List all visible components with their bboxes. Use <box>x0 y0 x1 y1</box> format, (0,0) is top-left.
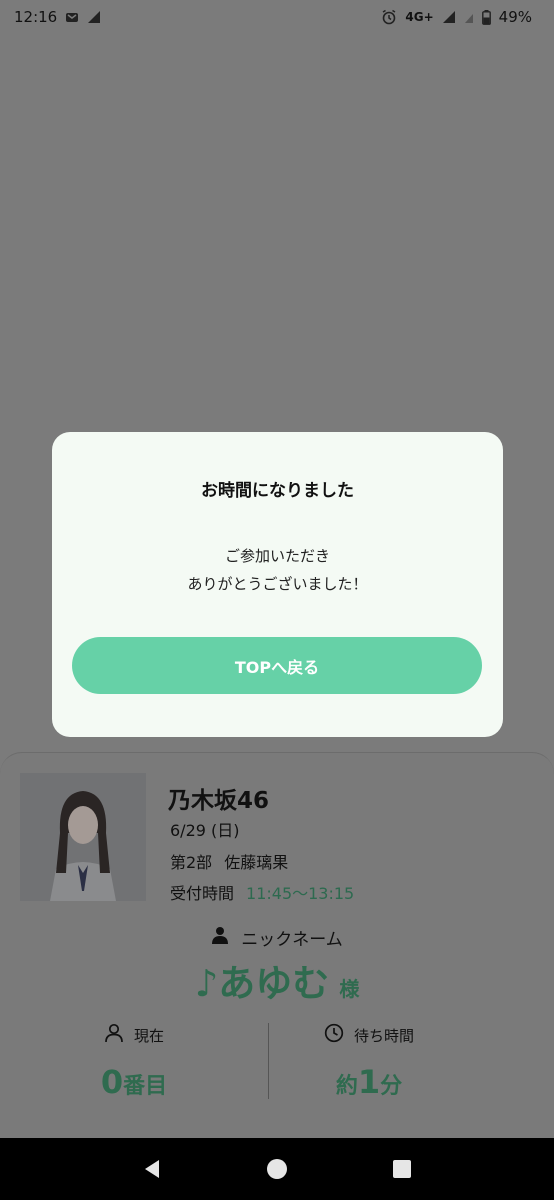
battery-icon <box>481 9 491 25</box>
dialog-message: ご参加いただき ありがとうございました！ <box>52 542 503 598</box>
dialog-title: お時間になりました <box>201 481 354 501</box>
battery-level: 49% <box>498 8 532 26</box>
status-left: 12:16 <box>14 8 101 26</box>
member-name: 佐藤璃果 <box>224 853 289 872</box>
nickname-label: ニックネーム <box>241 930 343 950</box>
status-time: 12:16 <box>14 8 58 26</box>
wait-unit: 分 <box>380 1074 403 1099</box>
signal-weak-icon <box>87 10 101 24</box>
home-nav-button[interactable] <box>257 1149 297 1189</box>
nickname-honorific: 様 <box>339 977 360 1001</box>
status-right: 4G+ 49% <box>381 8 532 26</box>
clock-icon <box>324 1023 344 1047</box>
recents-nav-button[interactable] <box>382 1149 422 1189</box>
ticket-card: 乃木坂46 6/29 (日) 第2部 佐藤璃果 受付時間 11:45〜13:15 ニ… <box>0 752 554 1139</box>
reception-row: 受付時間 11:45〜13:15 <box>170 880 354 904</box>
group-name: 乃木坂46 <box>168 788 270 814</box>
dialog-message-line2: ありがとうございました！ <box>187 575 368 593</box>
reception-time: 11:45〜13:15 <box>246 884 355 903</box>
dialog-message-line1: ご参加いただき <box>224 547 330 565</box>
nickname-label-row: ニックネーム <box>0 925 554 950</box>
session-ended-dialog: お時間になりました ご参加いただき ありがとうございました！ TOPへ戻る <box>52 432 503 737</box>
network-type: 4G+ <box>405 10 434 24</box>
wait-value: 約1分 <box>269 1063 469 1101</box>
back-to-top-button[interactable]: TOPへ戻る <box>72 637 482 694</box>
current-number: 0 <box>100 1063 124 1101</box>
person-icon <box>211 926 229 949</box>
wait-label-row: 待ち時間 <box>269 1023 469 1047</box>
event-part-row: 第2部 佐藤璃果 <box>170 849 300 873</box>
event-part: 第2部 <box>170 853 213 872</box>
back-nav-button[interactable] <box>132 1149 172 1189</box>
nickname-row: ♪あゆむ 様 <box>0 953 554 1007</box>
current-position: 現在 0番目 <box>0 1023 268 1101</box>
wait-prefix: 約 <box>335 1074 358 1099</box>
event-date: 6/29 (日) <box>170 821 240 840</box>
current-label-row: 現在 <box>0 1023 268 1047</box>
reception-label: 受付時間 <box>170 884 235 903</box>
nickname-value: ♪あゆむ <box>194 962 330 1005</box>
system-nav-bar <box>0 1138 554 1200</box>
home-circle-icon <box>266 1159 287 1179</box>
wait-number: 1 <box>357 1063 381 1101</box>
queue-stats: 現在 0番目 待ち時間 約1分 <box>0 1023 554 1103</box>
status-bar: 12:16 4G+ 49% <box>0 0 554 34</box>
wait-time: 待ち時間 約1分 <box>269 1023 469 1101</box>
member-photo <box>20 773 146 901</box>
signal-icon-2 <box>464 10 474 24</box>
current-value: 0番目 <box>0 1063 268 1101</box>
back-triangle-icon <box>145 1160 160 1178</box>
notification-icon <box>65 10 79 24</box>
recents-square-icon <box>392 1160 411 1178</box>
current-unit: 番目 <box>123 1074 168 1099</box>
alarm-icon <box>381 9 397 25</box>
current-label: 現在 <box>133 1026 164 1045</box>
person-outline-icon <box>104 1023 124 1047</box>
wait-label: 待ち時間 <box>353 1026 414 1045</box>
signal-icon <box>442 10 456 24</box>
